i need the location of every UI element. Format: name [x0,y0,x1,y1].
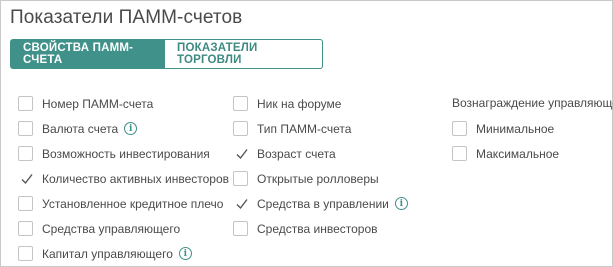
checkbox-row[interactable]: Валюта счета i [18,120,138,137]
checkbox-row[interactable]: Капитал управляющего i [18,245,192,262]
checkbox-label[interactable]: Минимальное [476,122,554,136]
checkbox[interactable] [233,171,248,186]
checkbox-checked[interactable] [233,146,248,161]
checkbox-label[interactable]: Максимальное [476,147,559,161]
checkbox[interactable] [233,96,248,111]
checkbox[interactable] [18,121,33,136]
checkbox-label[interactable]: Валюта счета [42,122,118,136]
tab-account-properties[interactable]: СВОЙСТВА ПАММ-СЧЕТА [10,39,165,69]
checkbox[interactable] [233,221,248,236]
checkbox-label[interactable]: Возраст счета [257,147,336,161]
checkbox-label[interactable]: Капитал управляющего [42,247,173,261]
info-icon[interactable]: i [178,247,192,260]
checkbox-label[interactable]: Возможность инвестирования [42,147,210,161]
checkbox-row[interactable]: Средства управляющего [18,220,180,237]
info-icon[interactable]: i [124,122,138,135]
checkmark-icon [21,174,33,185]
checkbox-row[interactable]: Максимальное [452,145,559,162]
checkbox-label[interactable]: Номер ПАММ-счета [42,97,153,111]
checkbox-row[interactable]: Количество активных инвесторов [18,170,229,187]
checkmark-icon [236,149,248,160]
checkbox-label[interactable]: Тип ПАММ-счета [257,122,351,136]
checkbox-row[interactable]: Установленное кредитное плечо [18,195,223,212]
checkbox-label[interactable]: Средства управляющего [42,222,180,236]
checkbox[interactable] [18,146,33,161]
checkbox[interactable] [233,121,248,136]
checkbox-row[interactable]: Возраст счета [233,145,336,162]
checkbox-label[interactable]: Средства инвесторов [257,222,378,236]
checkbox-row[interactable]: Тип ПАММ-счета [233,120,351,137]
checkbox[interactable] [452,146,467,161]
checkbox-row[interactable]: Средства инвесторов [233,220,378,237]
checkbox-label[interactable]: Открытые ролловеры [257,172,379,186]
checkbox[interactable] [18,246,33,261]
pamm-panel: Показатели ПАММ-счетов СВОЙСТВА ПАММ-СЧЕ… [0,0,613,267]
checkmark-icon [236,199,248,210]
checkbox-label[interactable]: Количество активных инвесторов [42,172,229,186]
checkbox-checked[interactable] [233,196,248,211]
checkbox-label[interactable]: Установленное кредитное плечо [42,197,223,211]
tab-bar: СВОЙСТВА ПАММ-СЧЕТА ПОКАЗАТЕЛИ ТОРГОВЛИ [10,39,323,69]
checkbox-label[interactable]: Ник на форуме [257,97,341,111]
checkbox[interactable] [18,196,33,211]
checkbox-checked[interactable] [18,171,33,186]
checkbox-row[interactable]: Возможность инвестирования [18,145,210,162]
checkbox[interactable] [18,96,33,111]
checkbox-label[interactable]: Средства в управлении [257,197,389,211]
checkbox-row[interactable]: Средства в управлении i [233,195,408,212]
tab-trading-indicators[interactable]: ПОКАЗАТЕЛИ ТОРГОВЛИ [165,39,323,69]
manager-fee-heading: Вознаграждение управляющего [452,96,613,110]
checkbox-row[interactable]: Номер ПАММ-счета [18,95,153,112]
info-icon[interactable]: i [394,197,408,210]
page-title: Показатели ПАММ-счетов [10,7,243,28]
checkbox[interactable] [18,221,33,236]
checkbox[interactable] [452,121,467,136]
checkbox-row[interactable]: Минимальное [452,120,554,137]
checkbox-row[interactable]: Ник на форуме [233,95,341,112]
checkbox-row[interactable]: Открытые ролловеры [233,170,379,187]
